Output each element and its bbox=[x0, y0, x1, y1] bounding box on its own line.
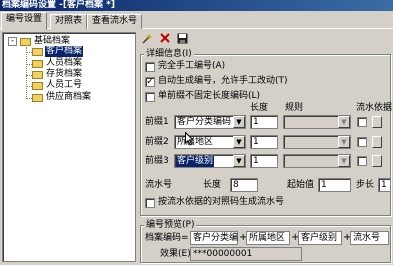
window-title-bar: 档案编码设置 -[客户档案 *] bbox=[0, 0, 393, 11]
folder-icon bbox=[20, 38, 31, 46]
auto-generate-label: 自动生成编号，允许手工改动(T) bbox=[158, 76, 288, 86]
prefix3-length-input[interactable]: 1 bbox=[250, 154, 278, 168]
serial-step-label: 步长 bbox=[356, 180, 375, 190]
effect-value: ***00000001 bbox=[190, 247, 302, 261]
single-prefix-checkbox[interactable] bbox=[145, 92, 155, 102]
folder-icon bbox=[32, 60, 43, 68]
prefix3-value: 客户级别 bbox=[176, 156, 215, 167]
preview-legend: 编号预览(P) bbox=[144, 220, 197, 230]
folder-icon bbox=[32, 71, 43, 79]
prefix3-basis-button[interactable] bbox=[372, 155, 382, 167]
tree-item-personnel[interactable]: 人员档案 bbox=[45, 58, 83, 69]
tree-collapse-toggle[interactable]: - bbox=[8, 37, 17, 46]
tree-item-staff-id[interactable]: 人员工号 bbox=[45, 80, 83, 91]
chevron-down-icon[interactable]: ▼ bbox=[338, 136, 350, 148]
preview-part-serial: 流水号 bbox=[350, 231, 389, 245]
chevron-down-icon[interactable]: ▼ bbox=[338, 155, 350, 167]
tree-item-supplier[interactable]: 供应商档案 bbox=[45, 92, 92, 103]
save-disk-icon[interactable] bbox=[175, 33, 189, 46]
prefix2-serial-basis-checkbox[interactable] bbox=[357, 137, 367, 147]
prefix1-select[interactable]: 客户分类编码 ▼ bbox=[174, 115, 246, 129]
prefix1-length-input[interactable]: 1 bbox=[250, 115, 278, 129]
tab-mapping-table[interactable]: 对照表 bbox=[50, 14, 88, 29]
prefix3-label: 前缀3 bbox=[145, 156, 169, 166]
prefix1-rule-select[interactable]: ▼ bbox=[283, 115, 351, 129]
delete-x-icon[interactable] bbox=[158, 33, 172, 46]
preview-part-level: 客户级别 bbox=[298, 231, 342, 245]
column-header-length: 长度 bbox=[250, 103, 269, 113]
tree-item-customer[interactable]: 客户档案 bbox=[45, 46, 84, 57]
folder-icon bbox=[32, 94, 43, 102]
prefix2-length-input[interactable]: 1 bbox=[250, 135, 278, 149]
folder-icon bbox=[32, 48, 43, 56]
serial-label: 流水号 bbox=[145, 180, 173, 190]
preview-part-category: 客户分类编 bbox=[190, 231, 238, 245]
serial-length-input[interactable]: 8 bbox=[230, 178, 258, 192]
regen-serial-label: 按流水依据的对照码生成流水号 bbox=[158, 197, 285, 207]
prefix2-basis-button[interactable] bbox=[372, 136, 382, 148]
tab-view-serial[interactable]: 查看流水号 bbox=[87, 14, 143, 29]
chevron-down-icon[interactable]: ▼ bbox=[233, 136, 245, 148]
column-header-rule: 规则 bbox=[285, 103, 304, 113]
prefix1-basis-button[interactable] bbox=[372, 116, 382, 128]
prefix3-serial-basis-checkbox[interactable] bbox=[357, 156, 367, 166]
window-title: 档案编码设置 -[客户档案 *] bbox=[2, 0, 115, 10]
archive-tree[interactable]: - 基础档案 客户档案 人员档案 存货档案 人员工号 供应商档案 bbox=[2, 32, 136, 262]
magic-wand-icon[interactable] bbox=[140, 33, 154, 46]
effect-label: 效果(E) bbox=[160, 249, 191, 259]
chevron-down-icon[interactable]: ▼ bbox=[233, 116, 245, 128]
manual-number-checkbox[interactable] bbox=[145, 62, 155, 72]
tab-strip: 编号设置 对照表 查看流水号 bbox=[0, 12, 393, 30]
toolbar bbox=[140, 31, 200, 48]
prefix2-label: 前缀2 bbox=[145, 137, 169, 147]
details-legend: 详细信息(I) bbox=[144, 49, 194, 59]
serial-step-input[interactable]: 1 bbox=[378, 178, 391, 192]
preview-part-region: 所属地区 bbox=[246, 231, 290, 245]
chevron-down-icon[interactable]: ▼ bbox=[338, 116, 350, 128]
prefix3-select[interactable]: 客户级别 ▼ bbox=[174, 154, 246, 168]
tree-connector bbox=[26, 47, 27, 99]
code-formula-label: 档案编码= bbox=[145, 233, 189, 243]
prefix1-value: 客户分类编码 bbox=[177, 117, 232, 127]
regen-serial-checkbox[interactable] bbox=[145, 198, 155, 208]
auto-generate-checkbox[interactable]: ✓ bbox=[145, 77, 155, 87]
single-prefix-label: 单前缀不固定长度编码(L) bbox=[158, 91, 261, 101]
serial-start-label: 起始值 bbox=[287, 180, 315, 190]
tree-item-inventory[interactable]: 存货档案 bbox=[45, 69, 83, 80]
prefix1-label: 前缀1 bbox=[145, 117, 169, 127]
serial-length-label: 长度 bbox=[203, 180, 222, 190]
prefix2-rule-select[interactable]: ▼ bbox=[283, 135, 351, 149]
prefix3-rule-select[interactable]: ▼ bbox=[283, 154, 351, 168]
mouse-cursor-icon bbox=[185, 132, 194, 146]
serial-start-input[interactable]: 1 bbox=[318, 178, 351, 192]
chevron-down-icon[interactable]: ▼ bbox=[233, 155, 245, 167]
prefix1-serial-basis-checkbox[interactable] bbox=[357, 117, 367, 127]
column-header-serial-basis: 流水依据 bbox=[356, 103, 393, 113]
manual-number-label: 完全手工编号(A) bbox=[158, 61, 226, 71]
tab-number-settings[interactable]: 编号设置 bbox=[1, 12, 48, 30]
folder-icon bbox=[32, 82, 43, 90]
prefix2-value: 所属地区 bbox=[177, 137, 214, 147]
